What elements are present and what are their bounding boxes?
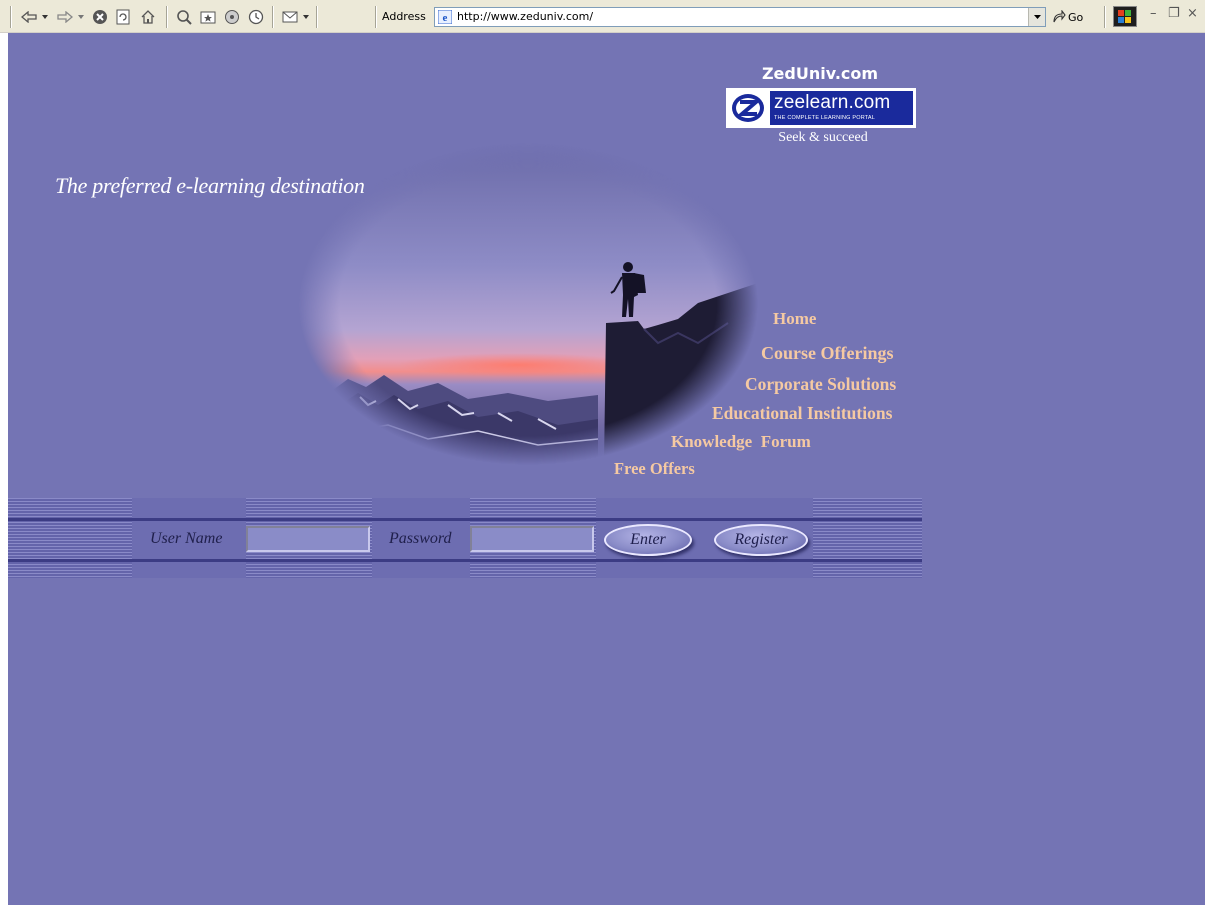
zeelearn-logo[interactable]: zeelearn.com THE COMPLETE LEARNING PORTA… (726, 88, 916, 128)
back-icon[interactable] (18, 9, 40, 25)
back-dropdown-icon[interactable] (40, 9, 50, 25)
toolbar-separator (316, 6, 318, 28)
nav-course-offerings-link[interactable]: Course Offerings (761, 343, 893, 364)
password-label: Password (389, 530, 452, 547)
restore-icon[interactable]: ❐ (1168, 6, 1180, 21)
logo-subtitle: THE COMPLETE LEARNING PORTAL (774, 115, 876, 121)
toolbar-separator (375, 6, 377, 28)
favorites-icon[interactable] (198, 9, 218, 25)
band-line (8, 559, 922, 562)
nav-free-offers-link[interactable]: Free Offers (614, 459, 695, 479)
logo-slogan: Seek & succeed (778, 130, 868, 145)
zeelearn-badge-icon (732, 94, 764, 122)
forward-icon[interactable] (54, 9, 76, 25)
nav-knowledge-forum-link[interactable]: Knowledge Forum (671, 432, 811, 452)
login-bar: User Name Password Enter Register (8, 498, 922, 578)
mail-dropdown-icon[interactable] (301, 9, 311, 25)
stripe-block (813, 498, 922, 578)
password-input[interactable] (470, 526, 594, 552)
history-icon[interactable] (246, 9, 266, 25)
address-label: Address (382, 10, 426, 23)
toolbar-grip (10, 6, 12, 28)
stripe-block (8, 498, 132, 578)
nav-home-link[interactable]: Home (773, 309, 816, 329)
address-bar[interactable]: e (434, 7, 1046, 27)
go-button[interactable]: Go (1052, 8, 1083, 26)
band-line (8, 518, 922, 521)
web-page: ZedUniv.com zeelearn.com THE COMPLETE LE… (8, 33, 1205, 905)
url-input[interactable] (457, 10, 1017, 23)
go-label: Go (1068, 10, 1084, 24)
toolbar-separator (166, 6, 168, 28)
logo-panel: zeelearn.com THE COMPLETE LEARNING PORTA… (770, 91, 913, 125)
site-title: ZedUniv.com (761, 64, 879, 83)
refresh-icon[interactable] (113, 9, 133, 25)
nav-educational-institutions-link[interactable]: Educational Institutions (712, 403, 892, 424)
toolbar-separator (272, 6, 274, 28)
close-icon[interactable]: × (1187, 6, 1198, 21)
hero-mountain-image (298, 143, 758, 465)
address-dropdown-button[interactable] (1028, 8, 1045, 26)
home-icon[interactable] (138, 9, 158, 25)
toolbar-separator (1104, 6, 1106, 28)
username-input[interactable] (246, 526, 370, 552)
windows-logo-icon (1113, 6, 1137, 27)
register-button[interactable]: Register (714, 524, 808, 556)
logo-name: zeelearn.com (774, 92, 891, 113)
stop-icon[interactable] (90, 9, 110, 25)
ie-page-icon: e (438, 10, 452, 24)
search-icon[interactable] (174, 9, 194, 25)
nav-corporate-solutions-link[interactable]: Corporate Solutions (745, 374, 896, 395)
forward-dropdown-icon[interactable] (76, 9, 86, 25)
media-icon[interactable] (222, 9, 242, 25)
minimize-icon[interactable]: – (1150, 6, 1157, 21)
mail-icon[interactable] (280, 9, 300, 25)
browser-toolbar: Address e Go – ❐ × (0, 0, 1205, 33)
chevron-down-icon (1033, 15, 1041, 19)
enter-button[interactable]: Enter (604, 524, 692, 556)
go-arrow-icon (1053, 10, 1066, 23)
svg-text:e: e (443, 12, 448, 24)
username-label: User Name (150, 530, 223, 547)
